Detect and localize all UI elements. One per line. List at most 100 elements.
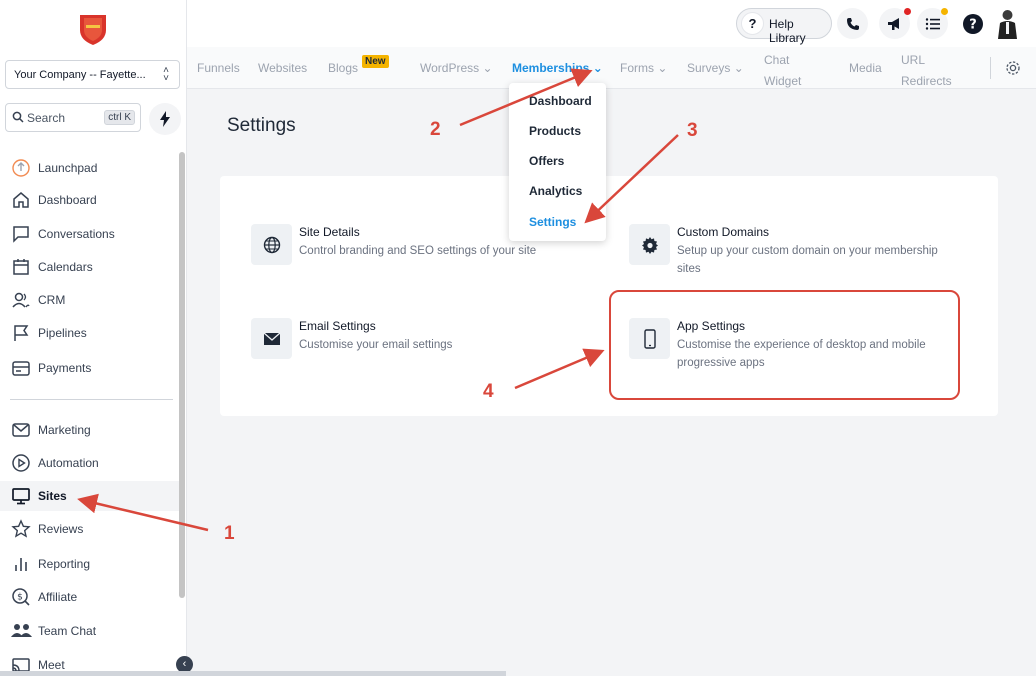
- sidebar-item-label: Marketing: [38, 423, 91, 437]
- sidebar-item-label: Payments: [38, 361, 92, 375]
- mail-icon: [11, 420, 31, 440]
- option-description-line2: sites: [677, 263, 701, 275]
- sidebar-item-reporting[interactable]: Reporting: [0, 549, 180, 579]
- company-name: Your Company -- Fayette...: [14, 69, 146, 81]
- app-settings-highlight-box: [609, 290, 960, 400]
- tab-label-line2: Redirects: [901, 74, 952, 88]
- sidebar-divider: [10, 399, 173, 400]
- sidebar-item-crm[interactable]: CRM: [0, 285, 180, 315]
- tab-url-redirects[interactable]: URL Redirects: [901, 50, 952, 92]
- sidebar-item-sites[interactable]: Sites: [0, 481, 180, 511]
- sidebar-item-label: Sites: [38, 489, 67, 503]
- tab-surveys[interactable]: Surveys ⌄: [687, 61, 744, 75]
- sidebar-item-affiliate[interactable]: $ Affiliate: [0, 582, 180, 612]
- home-icon: [11, 190, 31, 210]
- sidebar-item-marketing[interactable]: Marketing: [0, 415, 180, 445]
- tab-funnels[interactable]: Funnels: [197, 61, 240, 75]
- search-input[interactable]: Search ctrl K: [5, 103, 141, 132]
- tab-media[interactable]: Media: [849, 61, 882, 75]
- sidebar-item-label: CRM: [38, 293, 66, 307]
- globe-icon: [251, 224, 292, 265]
- contacts-icon: [11, 290, 31, 310]
- chat-icon: [11, 224, 31, 244]
- play-icon: [11, 453, 31, 473]
- tab-wordpress[interactable]: WordPress ⌄: [420, 61, 493, 75]
- sidebar: Your Company -- Fayette... ˄ ˅ Search ctr…: [0, 0, 187, 676]
- horizontal-scrollbar[interactable]: [0, 671, 506, 676]
- sidebar-item-label: Conversations: [38, 227, 115, 241]
- menu-item-analytics[interactable]: Analytics: [529, 184, 582, 198]
- notification-dot: [904, 8, 911, 15]
- tab-label: Surveys: [687, 61, 731, 75]
- option-title: Email Settings: [299, 319, 376, 333]
- option-description: Customise your email settings: [299, 339, 453, 351]
- annotation-label-4: 4: [483, 381, 494, 402]
- help-library-button[interactable]: ? Help Library: [736, 8, 832, 45]
- star-icon: [11, 519, 31, 539]
- annotation-label-1: 1: [224, 523, 235, 544]
- tab-label-line2: Widget: [764, 74, 802, 88]
- sidebar-item-label: Automation: [38, 456, 99, 470]
- email-settings-option[interactable]: Email Settings Customise your email sett…: [251, 318, 581, 363]
- svg-text:?: ?: [969, 17, 977, 32]
- sidebar-item-label: Meet: [38, 658, 65, 672]
- memberships-dropdown-menu: Dashboard Products Offers Analytics Sett…: [509, 83, 606, 241]
- sidebar-item-label: Calendars: [38, 260, 93, 274]
- lightning-icon: [160, 111, 170, 127]
- avatar[interactable]: [994, 7, 1021, 39]
- tab-label-line1: Chat: [764, 53, 790, 67]
- help-library-label: Help Library: [769, 17, 806, 45]
- chevron-left-icon: ‹: [182, 658, 187, 670]
- chevron-down-icon: ⌄: [592, 61, 603, 75]
- menu-item-offers[interactable]: Offers: [529, 154, 564, 168]
- custom-domains-option[interactable]: Custom Domains Setup up your custom doma…: [629, 224, 969, 279]
- search-icon: [12, 111, 24, 126]
- sidebar-item-payments[interactable]: Payments: [0, 353, 180, 383]
- chevron-down-icon: ⌄: [482, 61, 493, 75]
- tasks-indicator-dot: [941, 8, 948, 15]
- help-circle-icon: ?: [962, 13, 983, 34]
- subnav-separator: [990, 57, 991, 79]
- search-shortcut: ctrl K: [104, 110, 135, 125]
- option-description: Setup up your custom domain on your memb…: [677, 242, 938, 278]
- subnav-settings-button[interactable]: [1004, 59, 1022, 77]
- menu-item-dashboard[interactable]: Dashboard: [529, 94, 592, 108]
- help-button[interactable]: ?: [957, 8, 988, 39]
- sidebar-item-launchpad[interactable]: Launchpad: [0, 153, 180, 183]
- page-title: Settings: [227, 115, 296, 136]
- tab-chat-widget[interactable]: Chat Widget: [764, 50, 801, 92]
- sidebar-scrollbar[interactable]: [179, 152, 185, 598]
- menu-item-settings[interactable]: Settings: [529, 215, 576, 229]
- gear-icon: [1006, 61, 1020, 75]
- chevron-down-icon: ⌄: [733, 61, 744, 75]
- sidebar-item-label: Dashboard: [38, 193, 97, 207]
- option-description: Control branding and SEO settings of you…: [299, 245, 537, 257]
- option-title: Custom Domains: [677, 225, 770, 239]
- menu-item-products[interactable]: Products: [529, 124, 581, 138]
- tab-label: WordPress: [420, 61, 480, 75]
- tab-blogs[interactable]: Blogs: [328, 61, 358, 75]
- option-description-line1: Setup up your custom domain on your memb…: [677, 245, 938, 257]
- gear-icon: [629, 224, 670, 265]
- tab-memberships[interactable]: Memberships ⌄: [512, 61, 603, 75]
- sidebar-item-automation[interactable]: Automation: [0, 448, 180, 478]
- tab-label: Forms: [620, 61, 654, 75]
- tab-forms[interactable]: Forms ⌄: [620, 61, 667, 75]
- sidebar-item-dashboard[interactable]: Dashboard: [0, 185, 180, 215]
- team-icon: [11, 621, 32, 641]
- calendar-icon: [11, 257, 31, 277]
- question-icon: ?: [741, 12, 764, 35]
- phone-button[interactable]: [837, 8, 868, 39]
- tab-label-line1: URL: [901, 53, 926, 67]
- sidebar-item-conversations[interactable]: Conversations: [0, 219, 180, 249]
- chevron-updown-icon: ˄ ˅: [163, 65, 169, 84]
- company-logo[interactable]: [78, 12, 108, 46]
- sidebar-item-pipelines[interactable]: Pipelines: [0, 318, 180, 348]
- company-switcher[interactable]: Your Company -- Fayette... ˄ ˅: [5, 60, 180, 89]
- tab-websites[interactable]: Websites: [258, 61, 307, 75]
- sidebar-item-reviews[interactable]: Reviews: [0, 514, 180, 544]
- svg-text:$: $: [17, 593, 23, 603]
- quick-actions-button[interactable]: [149, 103, 181, 135]
- sidebar-item-calendars[interactable]: Calendars: [0, 252, 180, 282]
- sidebar-item-team-chat[interactable]: Team Chat: [0, 616, 180, 646]
